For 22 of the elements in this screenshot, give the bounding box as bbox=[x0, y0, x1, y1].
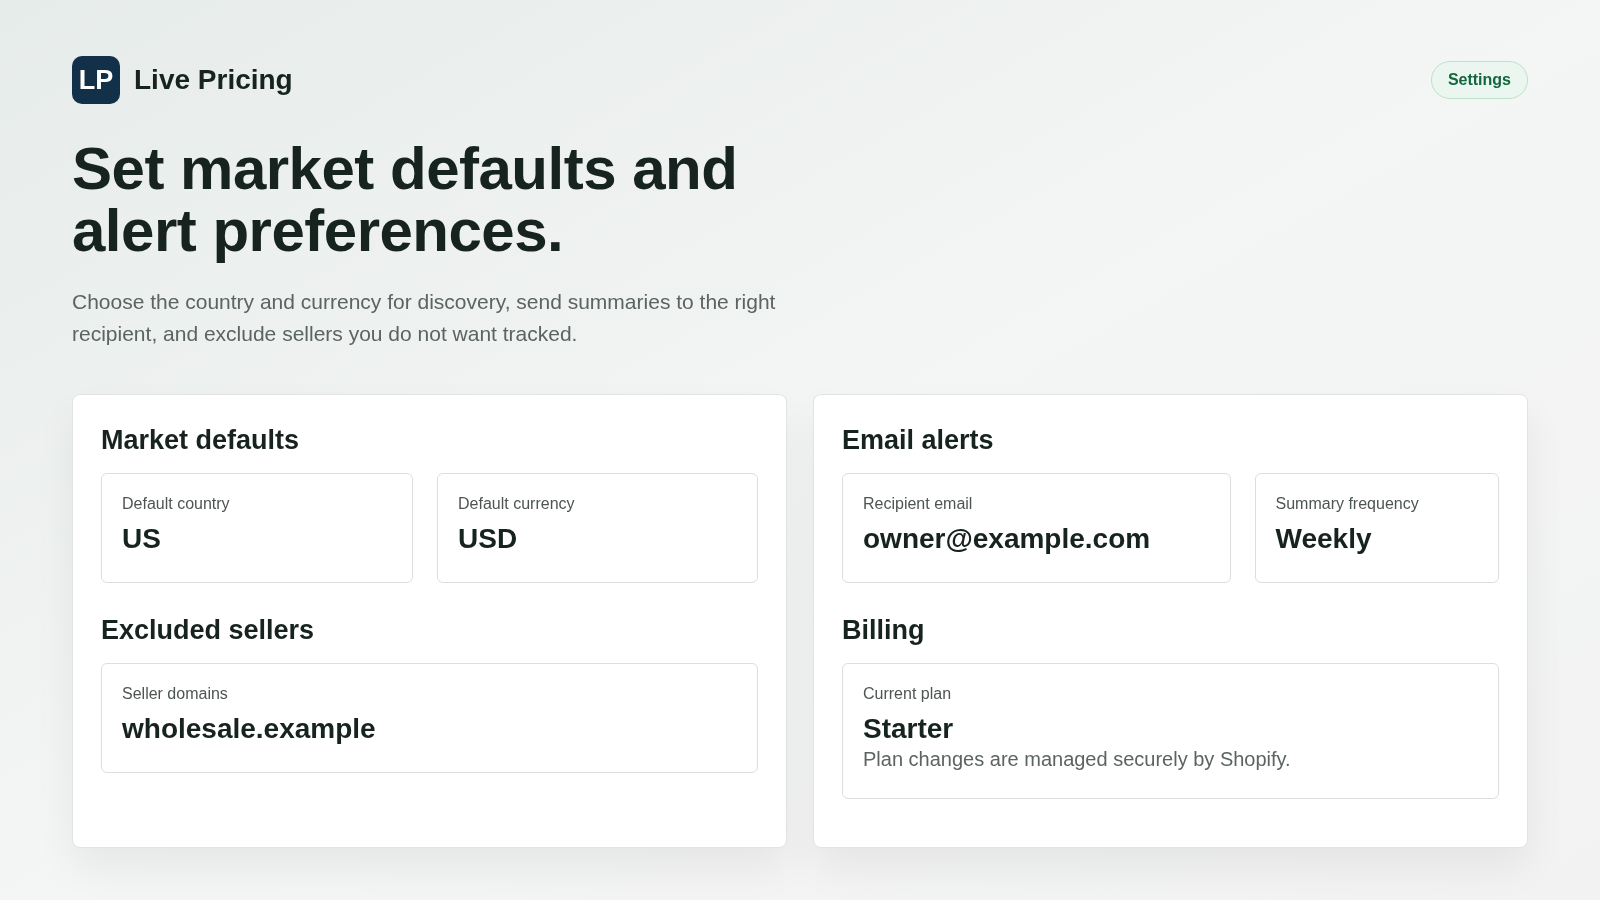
page-description: Choose the country and currency for discovery, send summaries to the right recipient, and exclude sellers you do not want tracked. bbox=[72, 289, 777, 347]
section-heading: Market defaults bbox=[101, 424, 301, 457]
field-label: Current plan bbox=[863, 684, 952, 704]
section-heading: Billing bbox=[842, 614, 926, 647]
logo: LP bbox=[72, 56, 120, 104]
field-label: Seller domains bbox=[122, 684, 228, 704]
field-value: US bbox=[122, 522, 161, 556]
field-value: wholesale.example bbox=[122, 712, 376, 746]
field-label: Default country bbox=[122, 494, 230, 514]
app-name: Live Pricing bbox=[134, 63, 293, 97]
field-label: Default currency bbox=[458, 494, 575, 514]
settings-button[interactable]: Settings bbox=[1430, 61, 1528, 99]
field-value: Weekly bbox=[1275, 522, 1372, 556]
field-value: owner@example.com bbox=[863, 522, 1151, 556]
section-heading: Email alerts bbox=[842, 424, 995, 457]
field-note: Plan changes are managed securely by Shopify. bbox=[863, 747, 1291, 772]
field-value: Starter bbox=[863, 712, 954, 746]
field-label: Recipient email bbox=[863, 494, 973, 514]
section-heading: Excluded sellers bbox=[101, 614, 316, 647]
field-label: Summary frequency bbox=[1275, 494, 1419, 514]
field-value: USD bbox=[458, 522, 518, 556]
page-title: Set market defaults and alert preferences. bbox=[72, 138, 739, 262]
